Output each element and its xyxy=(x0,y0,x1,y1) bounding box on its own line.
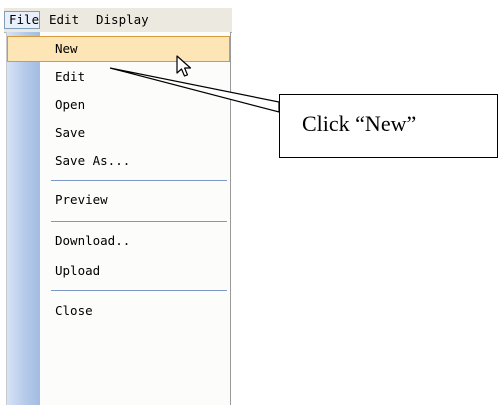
callout-text: Click “New” xyxy=(302,111,417,136)
callout-pointer xyxy=(109,67,280,113)
callout-box: Click “New” xyxy=(279,94,498,158)
